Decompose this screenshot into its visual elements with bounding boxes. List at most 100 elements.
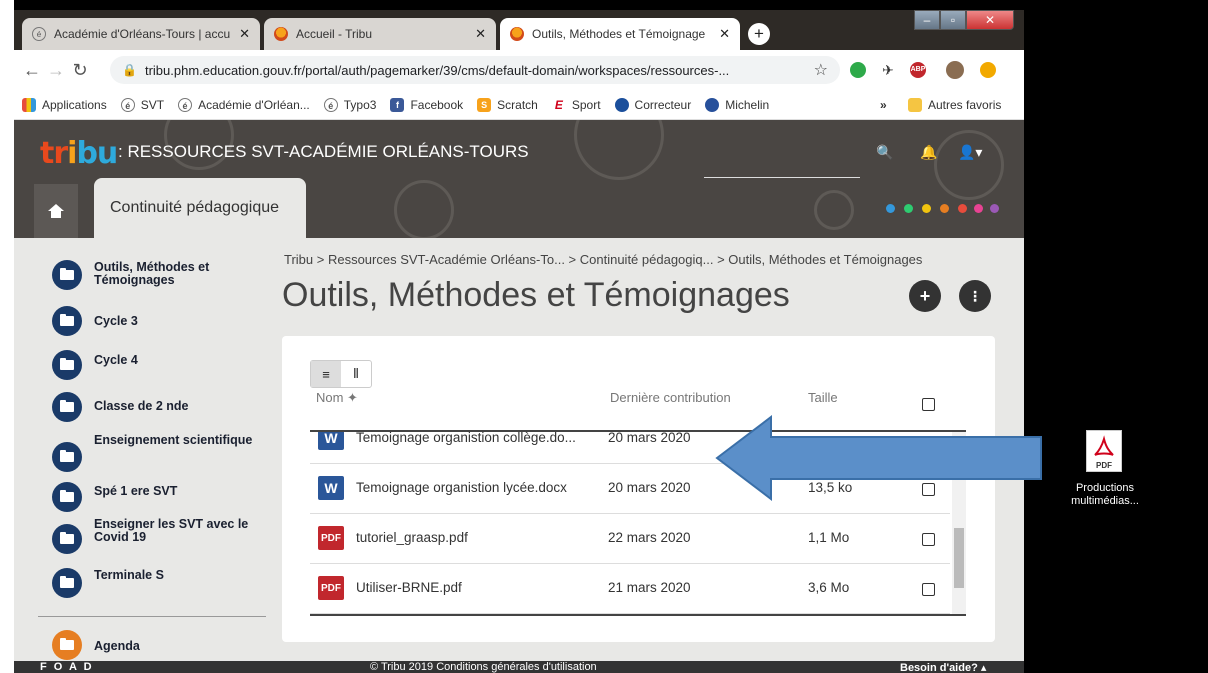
academie-icon: é <box>178 97 193 112</box>
row-checkbox[interactable] <box>922 533 935 546</box>
search-input[interactable] <box>704 158 860 178</box>
forward-icon[interactable]: → <box>44 60 68 81</box>
bookmark-michelin[interactable]: Michelin <box>705 97 770 112</box>
sidebar-item-spe1ere[interactable]: Spé 1 ere SVT <box>52 482 264 512</box>
tab-accueil-tribu[interactable]: Accueil - Tribu ✕ <box>264 18 496 50</box>
foad-logo[interactable]: F O A D <box>40 661 94 673</box>
url-text: tribu.phm.education.gouv.fr/portal/auth/… <box>144 62 730 78</box>
select-all-checkbox[interactable] <box>922 398 935 411</box>
desktop-file-label[interactable]: Productions multimédias... <box>1050 482 1160 508</box>
scrollbar-thumb[interactable] <box>954 528 964 588</box>
update-icon[interactable] <box>980 62 996 78</box>
bookmark-label: Académie d'Orléan... <box>198 97 310 112</box>
help-button[interactable]: Besoin d'aide? ▴ <box>900 661 986 673</box>
folder-icon <box>52 568 82 598</box>
table-row[interactable]: PDF tutoriel_graasp.pdf 22 mars 2020 1,1… <box>310 514 950 564</box>
bookmark-typo3[interactable]: é Typo3 <box>323 97 376 112</box>
tribu-favicon-icon <box>510 27 524 41</box>
acrobat-icon: PDF <box>1094 435 1114 470</box>
avatar[interactable] <box>946 61 964 79</box>
column-view-icon[interactable]: ⦀ <box>341 361 371 387</box>
apps-grid-icon <box>22 97 36 112</box>
sidebar-item-cycle3[interactable]: Cycle 3 <box>52 306 264 336</box>
sidebar-item-terminale[interactable]: Terminale S <box>52 568 264 598</box>
calendar-icon <box>52 630 82 660</box>
bookmark-applications[interactable]: Applications <box>22 97 107 112</box>
evernote-icon[interactable] <box>850 62 866 78</box>
tab-label: Académie d'Orléans-Tours | accu <box>54 27 231 41</box>
view-toggle: ≡ ⦀ <box>310 360 372 388</box>
bookmark-label: Michelin <box>725 97 770 112</box>
more-options-button[interactable]: ⋮ <box>959 280 991 312</box>
tab-outils-methodes[interactable]: Outils, Méthodes et Témoignage ✕ <box>500 18 740 50</box>
file-name[interactable]: Utiliser-BRNE.pdf <box>356 580 596 595</box>
tab-continuite-pedagogique[interactable]: Continuité pédagogique <box>94 178 306 238</box>
tab-academie[interactable]: é Académie d'Orléans-Tours | accu ✕ <box>22 18 260 50</box>
sidebar-item-label: Cycle 3 <box>94 314 138 328</box>
annotation-arrow <box>715 415 1042 501</box>
more-bookmarks-icon[interactable]: » <box>880 98 887 112</box>
bookmark-academie[interactable]: é Académie d'Orléan... <box>178 97 310 112</box>
open-folder-icon <box>52 260 82 290</box>
bookmark-star-icon[interactable]: ☆ <box>814 60 828 80</box>
background-gear-icon <box>934 130 1004 200</box>
file-name[interactable]: Temoignage organistion collège.do... <box>356 432 596 445</box>
user-menu-icon[interactable]: 👤▾ <box>958 144 982 161</box>
file-name[interactable]: tutoriel_graasp.pdf <box>356 530 596 545</box>
breadcrumb[interactable]: Tribu > Ressources SVT-Académie Orléans-… <box>284 252 922 267</box>
close-tab-icon[interactable]: ✕ <box>239 26 250 42</box>
desktop-pdf-file-icon[interactable]: PDF <box>1086 430 1122 472</box>
bookmarks-bar: Applications é SVT é Académie d'Orléan... … <box>14 90 1024 120</box>
new-tab-button[interactable]: + <box>748 23 770 45</box>
adblock-icon[interactable]: ABP <box>910 62 926 78</box>
sidebar-item-agenda[interactable]: Agenda <box>52 630 264 660</box>
column-size-header[interactable]: Taille <box>808 390 838 405</box>
browser-window: é Académie d'Orléans-Tours | accu ✕ Accu… <box>14 10 1024 673</box>
desktop-background <box>0 0 14 673</box>
bookmark-correcteur[interactable]: Correcteur <box>614 97 691 112</box>
minimize-button[interactable]: – <box>914 10 940 30</box>
bell-icon[interactable]: 🔔 <box>920 144 937 161</box>
site-title[interactable]: : RESSOURCES SVT-ACADÉMIE ORLÉANS-TOURS <box>118 142 529 162</box>
back-icon[interactable]: ← <box>20 60 44 81</box>
close-tab-icon[interactable]: ✕ <box>719 26 730 42</box>
sidebar-item-enseignement-scientifique[interactable]: Enseignement scientifique <box>52 434 264 472</box>
svg-text:PDF: PDF <box>1096 461 1112 470</box>
sidebar-item-seconde[interactable]: Classe de 2 nde <box>52 392 264 422</box>
other-bookmarks[interactable]: Autres favoris <box>908 97 1001 112</box>
row-checkbox[interactable] <box>922 583 935 596</box>
sidebar-item-cycle4[interactable]: Cycle 4 <box>52 350 264 380</box>
search-icon[interactable]: 🔍 <box>876 144 893 161</box>
file-size: 3,6 Mo <box>808 580 850 595</box>
footer-links[interactable]: © Tribu 2019 Conditions générales d'util… <box>370 661 597 673</box>
home-button[interactable] <box>34 184 78 238</box>
tribu-logo[interactable]: tribu <box>40 136 118 171</box>
sidebar-item-covid[interactable]: Enseigner les SVT avec le Covid 19 <box>52 518 264 554</box>
maximize-button[interactable]: ▫ <box>940 10 966 30</box>
column-name-header[interactable]: Nom ✦ <box>316 390 358 406</box>
folder-icon <box>52 306 82 336</box>
bookmark-scratch[interactable]: S Scratch <box>477 97 538 112</box>
close-window-button[interactable]: ✕ <box>966 10 1014 30</box>
table-row[interactable]: PDF Utiliser-BRNE.pdf 21 mars 2020 3,6 M… <box>310 564 950 614</box>
word-file-icon: W <box>318 476 344 500</box>
correcteur-icon <box>614 97 629 112</box>
background-gear-icon <box>814 190 854 230</box>
reload-icon[interactable]: ↻ <box>68 60 92 81</box>
sidebar-item-label: Terminale S <box>94 568 164 582</box>
column-date-header[interactable]: Dernière contribution <box>610 390 731 405</box>
sidebar-item-outils[interactable]: Outils, Méthodes et Témoignages <box>52 260 264 290</box>
academie-icon: é <box>120 97 135 112</box>
bookmark-sport[interactable]: E Sport <box>552 98 601 112</box>
bookmark-svt[interactable]: é SVT <box>120 97 164 112</box>
add-button[interactable]: + <box>909 280 941 312</box>
bookmark-facebook[interactable]: f Facebook <box>390 97 463 112</box>
send-icon[interactable]: ✈ <box>880 62 896 78</box>
site-header: tribu : RESSOURCES SVT-ACADÉMIE ORLÉANS-… <box>14 120 1024 238</box>
file-name[interactable]: Temoignage organistion lycée.docx <box>356 480 596 495</box>
close-tab-icon[interactable]: ✕ <box>475 26 486 42</box>
sidebar-item-label: Enseigner les SVT avec le Covid 19 <box>94 517 249 544</box>
page-title: Outils, Méthodes et Témoignages <box>282 276 790 314</box>
list-view-icon[interactable]: ≡ <box>311 361 341 387</box>
address-bar[interactable]: 🔒 tribu.phm.education.gouv.fr/portal/aut… <box>110 56 840 84</box>
